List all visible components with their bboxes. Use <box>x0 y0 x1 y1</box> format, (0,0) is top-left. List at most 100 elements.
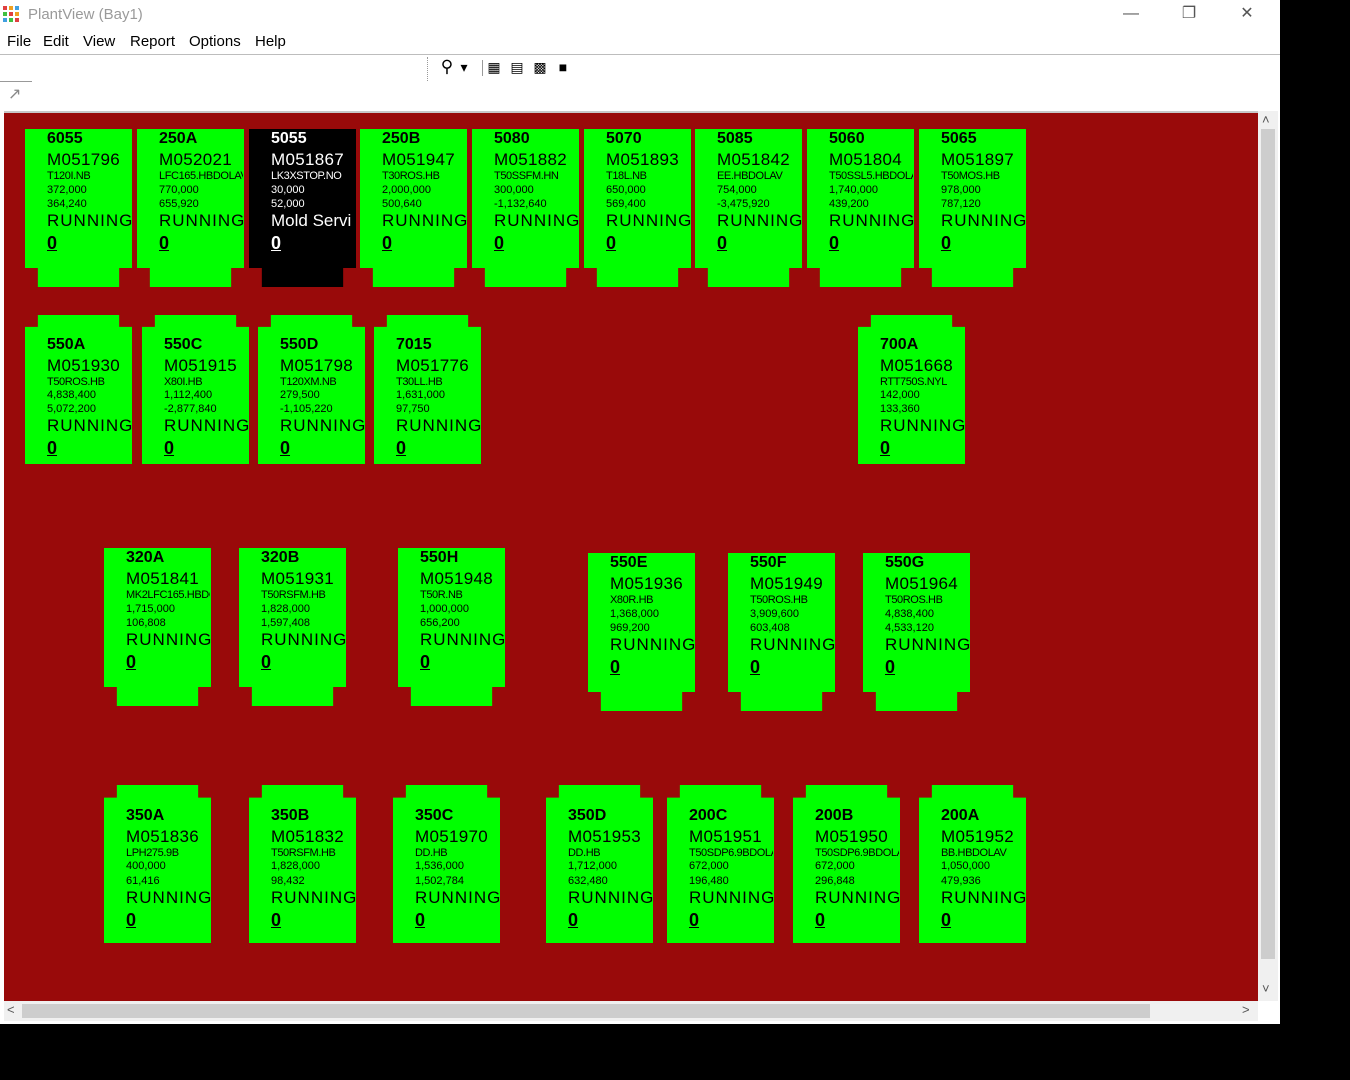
machine-card[interactable]: 550F M051949 T50ROS.HB 3,909,600 603,408… <box>728 553 835 711</box>
zoom-icon[interactable]: ⚲ <box>436 58 458 76</box>
machine-card[interactable]: 320A M051841 MK2LFC165.HBDOLAV 1,715,000… <box>104 548 211 706</box>
machine-card[interactable]: 7015 M051776 T30LL.HB 1,631,000 97,750 R… <box>374 315 481 464</box>
machine-card[interactable]: 200C M051951 T50SDP6.9BDOLAV 672,000 196… <box>667 785 774 943</box>
menu-report[interactable]: Report <box>130 33 175 50</box>
machine-card[interactable]: 550G M051964 T50ROS.HB 4,838,400 4,533,1… <box>863 553 970 711</box>
part-number: T50RSFM.HB <box>261 589 326 601</box>
mold-number: M051842 <box>717 150 790 169</box>
machine-card[interactable]: 5055 M051867 LK3XSTOP.NO 30,000 52,000 M… <box>249 129 356 287</box>
alarm-count: 0 <box>494 233 505 253</box>
alarm-count: 0 <box>941 910 952 930</box>
toolbar-grip[interactable] <box>427 57 430 81</box>
menu-file[interactable]: File <box>7 33 31 50</box>
status-text: RUNNING <box>941 888 1026 907</box>
alarm-count: 0 <box>415 910 426 930</box>
part-number: LFC165.HBDOLAV <box>159 170 243 182</box>
menu-help[interactable]: Help <box>255 33 286 50</box>
minimize-button[interactable]: — <box>1102 0 1160 30</box>
machine-card[interactable]: 550C M051915 X80I.HB 1,112,400 -2,877,84… <box>142 315 249 464</box>
machine-id: 250B <box>382 130 421 147</box>
remaining-quantity: -3,475,920 <box>717 198 770 210</box>
remaining-quantity: 632,480 <box>568 875 608 887</box>
machine-card[interactable]: 350A M051836 LPH275.9B 400,000 61,416 RU… <box>104 785 211 943</box>
target-quantity: 650,000 <box>606 184 646 196</box>
machine-card[interactable]: 5060 M051804 T50SSL5.HBDOLAV 1,740,000 4… <box>807 129 914 287</box>
restore-button[interactable]: ❐ <box>1160 0 1218 30</box>
status-text: RUNNING <box>159 211 244 230</box>
machine-card[interactable]: 200B M051950 T50SDP6.9BDOLAV 672,000 296… <box>793 785 900 943</box>
machine-id: 350B <box>271 807 310 824</box>
machine-card[interactable]: 350C M051970 DD.HB 1,536,000 1,502,784 R… <box>393 785 500 943</box>
target-quantity: 672,000 <box>689 860 729 872</box>
remaining-quantity: 1,502,784 <box>415 875 464 887</box>
machine-id: 5055 <box>271 130 307 147</box>
status-text: RUNNING <box>396 416 481 435</box>
mold-number: M051936 <box>610 574 683 593</box>
vertical-scrollbar[interactable]: ˄ ˅ <box>1258 111 1278 1001</box>
machine-card[interactable]: 5085 M051842 EE.HBDOLAV 754,000 -3,475,9… <box>695 129 802 287</box>
scroll-left-icon[interactable]: < <box>7 1002 15 1017</box>
menu-view[interactable]: View <box>83 33 115 50</box>
alarm-count: 0 <box>47 233 58 253</box>
machine-card[interactable]: 550H M051948 T50R.NB 1,000,000 656,200 R… <box>398 548 505 706</box>
machine-card[interactable]: 550D M051798 T120XM.NB 279,500 -1,105,22… <box>258 315 365 464</box>
machine-card[interactable]: 700A M051668 RTT750S.NYL 142,000 133,360… <box>858 315 965 464</box>
status-text: RUNNING <box>717 211 802 230</box>
machine-card[interactable]: 350D M051953 DD.HB 1,712,000 632,480 RUN… <box>546 785 653 943</box>
mold-number: M051964 <box>885 574 958 593</box>
machine-card[interactable]: 250A M052021 LFC165.HBDOLAV 770,000 655,… <box>137 129 244 287</box>
status-text: RUNNING <box>271 888 356 907</box>
machine-id: 250A <box>159 130 198 147</box>
part-number: DD.HB <box>415 847 448 859</box>
zoom-dropdown-icon[interactable]: ▾ <box>457 58 471 76</box>
horizontal-scroll-thumb[interactable] <box>22 1004 1150 1018</box>
close-button[interactable]: ✕ <box>1218 0 1276 30</box>
machine-card[interactable]: 200A M051952 BB.HBDOLAV 1,050,000 479,93… <box>919 785 1026 943</box>
alarm-count: 0 <box>47 438 58 458</box>
view-medium-icon[interactable]: ▤ <box>506 58 528 76</box>
plantview-window: PlantView (Bay1) — ❐ ✕ File Edit View Re… <box>0 0 1280 1024</box>
part-number: T30ROS.HB <box>382 170 440 182</box>
machine-card[interactable]: 6055 M051796 T120I.NB 372,000 364,240 RU… <box>25 129 132 287</box>
pin-icon[interactable]: ↗ <box>8 84 26 103</box>
status-text: RUNNING <box>689 888 774 907</box>
alarm-count: 0 <box>164 438 175 458</box>
machine-card[interactable]: 5065 M051897 T50MOS.HB 978,000 787,120 R… <box>919 129 1026 287</box>
status-text: RUNNING <box>126 630 211 649</box>
alarm-count: 0 <box>750 657 761 677</box>
target-quantity: 1,368,000 <box>610 608 659 620</box>
horizontal-scrollbar[interactable]: < > <box>4 1001 1258 1021</box>
alarm-count: 0 <box>396 438 407 458</box>
window-title: PlantView (Bay1) <box>28 6 143 23</box>
machine-card[interactable]: 550A M051930 T50ROS.HB 4,838,400 5,072,2… <box>25 315 132 464</box>
scroll-down-icon[interactable]: ˅ <box>1262 981 1270 996</box>
machine-card[interactable]: 5070 M051893 T18L.NB 650,000 569,400 RUN… <box>584 129 691 287</box>
remaining-quantity: -1,132,640 <box>494 198 547 210</box>
alarm-count: 0 <box>606 233 617 253</box>
machine-card[interactable]: 550E M051936 X80R.HB 1,368,000 969,200 R… <box>588 553 695 711</box>
mold-number: M051950 <box>815 827 888 846</box>
machine-card[interactable]: 5080 M051882 T50SSFM.HN 300,000 -1,132,6… <box>472 129 579 287</box>
machine-id: 5070 <box>606 130 642 147</box>
remaining-quantity: 5,072,200 <box>47 403 96 415</box>
mold-number: M051897 <box>941 150 1014 169</box>
remaining-quantity: 52,000 <box>271 198 305 210</box>
mold-number: M051951 <box>689 827 762 846</box>
view-large-icon[interactable]: ▩ <box>529 58 551 76</box>
mold-number: M051931 <box>261 569 334 588</box>
scroll-up-icon[interactable]: ˄ <box>1262 112 1270 127</box>
alarm-count: 0 <box>815 910 826 930</box>
view-single-icon[interactable]: ■ <box>552 58 574 76</box>
scroll-right-icon[interactable]: > <box>1242 1002 1250 1017</box>
machine-card[interactable]: 250B M051947 T30ROS.HB 2,000,000 500,640… <box>360 129 467 287</box>
target-quantity: 1,740,000 <box>829 184 878 196</box>
menu-edit[interactable]: Edit <box>43 33 69 50</box>
machine-card[interactable]: 350B M051832 T50RSFM.HB 1,828,000 98,432… <box>249 785 356 943</box>
menu-options[interactable]: Options <box>189 33 241 50</box>
view-small-icon[interactable]: ▦ <box>483 58 505 76</box>
machine-id: 5065 <box>941 130 977 147</box>
vertical-scroll-thumb[interactable] <box>1261 129 1275 959</box>
mold-number: M051882 <box>494 150 567 169</box>
machine-card[interactable]: 320B M051931 T50RSFM.HB 1,828,000 1,597,… <box>239 548 346 706</box>
alarm-count: 0 <box>689 910 700 930</box>
